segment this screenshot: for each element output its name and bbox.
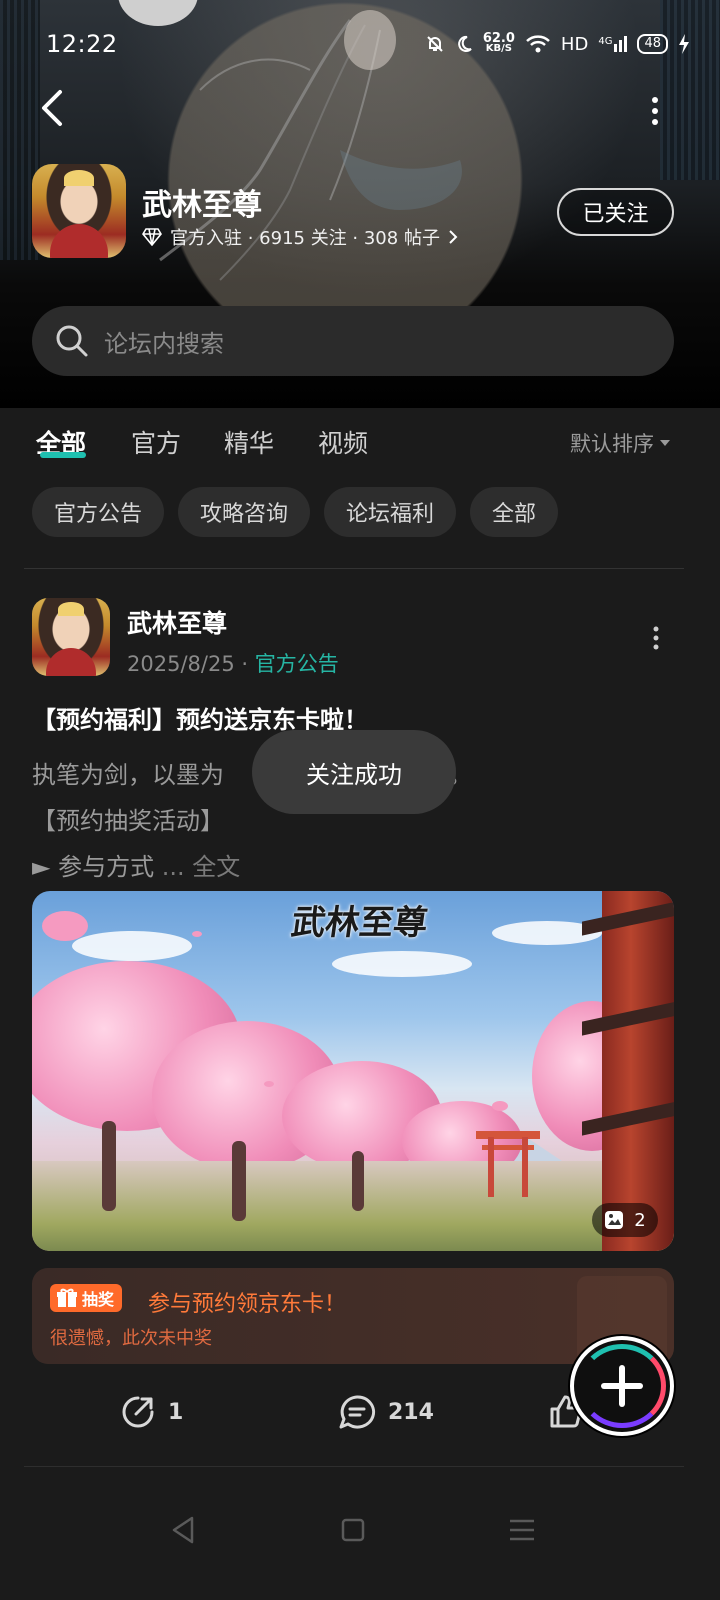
banner-logo: 武林至尊 xyxy=(288,903,431,943)
nav-back-icon[interactable] xyxy=(164,1510,204,1550)
chip-guide[interactable]: 攻略咨询 xyxy=(178,487,311,537)
post-author-avatar[interactable] xyxy=(32,598,110,676)
back-arrow-icon[interactable] xyxy=(38,88,68,128)
gift-icon xyxy=(57,1288,77,1307)
comment-icon xyxy=(339,1395,376,1429)
header-background-decoration xyxy=(660,0,720,180)
mute-icon xyxy=(427,36,443,52)
hd-indicator: HD xyxy=(560,33,589,55)
chip-all[interactable]: 全部 xyxy=(470,487,559,537)
divider xyxy=(24,568,684,569)
lottery-tag: 抽奖 xyxy=(50,1284,123,1312)
more-vertical-icon[interactable] xyxy=(648,96,662,126)
status-time: 12:22 xyxy=(46,30,118,58)
post-category[interactable]: 官方公告 xyxy=(255,652,339,676)
meta-separator: · xyxy=(241,652,249,676)
signal-icon: 4G xyxy=(598,36,628,52)
lottery-result: 很遗憾，此次未中奖 xyxy=(50,1328,212,1349)
caret-down-icon xyxy=(660,440,670,446)
comment-button[interactable]: 214 xyxy=(338,1394,434,1430)
share-icon xyxy=(122,1396,154,1428)
tab-featured[interactable]: 精华 xyxy=(224,424,274,460)
forum-stats: 官方入驻 · 6915 关注 · 308 帖子 xyxy=(170,228,440,249)
forum-meta[interactable]: 官方入驻 · 6915 关注 · 308 帖子 xyxy=(142,224,458,250)
diamond-icon xyxy=(142,228,162,246)
tab-video[interactable]: 视频 xyxy=(318,424,368,460)
chip-welfare[interactable]: 论坛福利 xyxy=(324,487,457,537)
nav-menu-icon[interactable] xyxy=(502,1510,542,1550)
sort-dropdown[interactable]: 默认排序 xyxy=(570,428,670,458)
post-meta: 2025/8/25 · 官方公告 xyxy=(127,648,339,678)
game-avatar[interactable] xyxy=(32,164,126,258)
chevron-right-icon xyxy=(449,230,458,244)
image-icon xyxy=(605,1211,624,1229)
more-vertical-icon[interactable] xyxy=(651,626,661,650)
share-button[interactable]: 1 xyxy=(120,1394,183,1430)
chip-official-announcement[interactable]: 官方公告 xyxy=(32,487,165,537)
lottery-card[interactable]: 抽奖 参与预约领京东卡！ 很遗憾，此次未中奖 xyxy=(32,1268,674,1364)
divider xyxy=(24,1466,684,1467)
category-chips: 官方公告 攻略咨询 论坛福利 全部 xyxy=(32,487,559,537)
share-count: 1 xyxy=(168,1399,184,1425)
search-bar[interactable]: 论坛内搜索 xyxy=(32,306,674,376)
lottery-title: 参与预约领京东卡！ xyxy=(148,1292,347,1317)
create-post-button[interactable] xyxy=(570,1336,674,1436)
wifi-icon xyxy=(526,35,550,53)
game-title: 武林至尊 xyxy=(142,188,262,223)
search-icon xyxy=(56,325,88,357)
post-author-name[interactable]: 武林至尊 xyxy=(127,604,227,640)
post-image[interactable]: 武林至尊 xyxy=(32,891,674,1251)
moon-icon xyxy=(458,35,472,52)
read-more-link[interactable]: ... 全文 xyxy=(154,853,241,881)
forum-header: 12:22 62.0 KB/S HD 4G 48 武林至尊 官方入驻 · 691… xyxy=(0,0,720,408)
comment-count: 214 xyxy=(388,1399,434,1425)
status-bar: 12:22 62.0 KB/S HD 4G 48 xyxy=(46,28,690,60)
charging-icon xyxy=(679,34,689,54)
fab-ring-decoration xyxy=(578,1344,666,1428)
sort-label: 默认排序 xyxy=(570,432,654,456)
follow-button[interactable]: 已关注 xyxy=(557,188,674,236)
active-tab-indicator xyxy=(40,452,86,458)
search-input[interactable]: 论坛内搜索 xyxy=(104,324,224,359)
battery-indicator: 48 xyxy=(637,34,668,54)
image-count-badge: 2 xyxy=(592,1203,658,1237)
tab-official[interactable]: 官方 xyxy=(131,424,181,460)
network-speed: 62.0 KB/S xyxy=(482,31,515,54)
image-count: 2 xyxy=(634,1209,646,1231)
system-nav-bar xyxy=(0,1480,720,1600)
nav-home-icon[interactable] xyxy=(333,1510,373,1550)
post-date: 2025/8/25 xyxy=(127,652,235,676)
toast-message: 关注成功 xyxy=(252,730,456,814)
